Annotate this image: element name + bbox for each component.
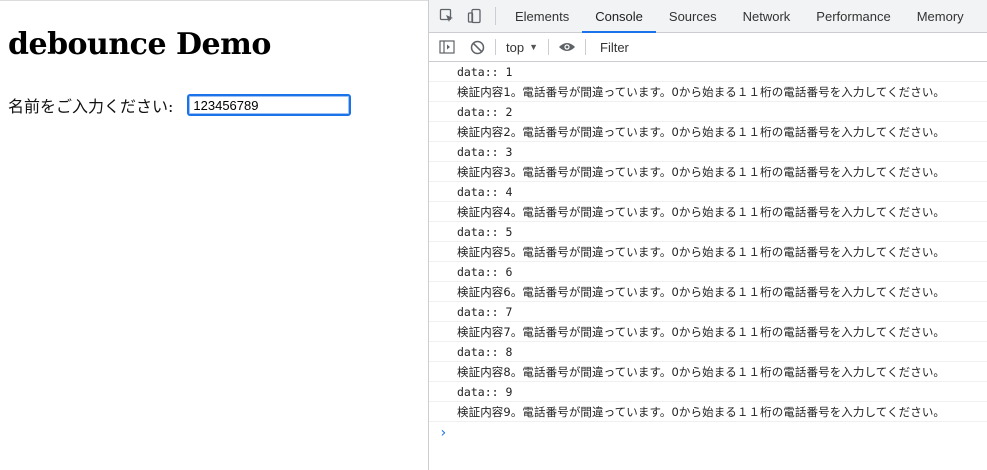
toolbar-divider [548,39,549,55]
prompt-chevron-icon: › [439,425,448,441]
sidebar-toggle-icon[interactable] [435,36,459,58]
console-toolbar: top ▼ [429,33,987,62]
console-message: data:: 7 [429,302,987,322]
console-message: data:: 2 [429,102,987,122]
console-prompt[interactable]: › [429,422,987,444]
console-message: data:: 3 [429,142,987,162]
console-message: data:: 8 [429,342,987,362]
console-message: 検証内容2。電話番号が間違っています。0から始まる１１桁の電話番号を入力してくだ… [429,122,987,142]
console-message: data:: 4 [429,182,987,202]
demo-page: debounce Demo 名前をご入力ください: [0,0,428,470]
inspect-element-icon[interactable] [433,0,461,32]
console-message: 検証内容6。電話番号が間違っています。0から始まる１１桁の電話番号を入力してくだ… [429,282,987,302]
console-message: 検証内容8。電話番号が間違っています。0から始まる１１桁の電話番号を入力してくだ… [429,362,987,382]
name-label: 名前をご入力ください: [8,97,174,116]
devtools-tabbar: Elements Console Sources Network Perform… [429,0,987,33]
console-filter-input[interactable] [594,35,987,59]
tab-sources[interactable]: Sources [656,0,730,32]
toolbar-divider [495,39,496,55]
console-message: data:: 1 [429,62,987,82]
clear-console-icon[interactable] [465,36,489,58]
console-message: 検証内容7。電話番号が間違っています。0から始まる１１桁の電話番号を入力してくだ… [429,322,987,342]
console-message: 検証内容9。電話番号が間違っています。0から始まる１１桁の電話番号を入力してくだ… [429,402,987,422]
console-message: data:: 9 [429,382,987,402]
tab-console[interactable]: Console [582,0,656,33]
toolbar-divider [585,39,586,55]
context-label: top [506,39,525,55]
console-output: data:: 1 検証内容1。電話番号が間違っています。0から始まる１１桁の電話番… [429,62,987,422]
console-message: 検証内容4。電話番号が間違っています。0から始まる１１桁の電話番号を入力してくだ… [429,202,987,222]
tab-network[interactable]: Network [730,0,804,32]
console-message: data:: 6 [429,262,987,282]
devtools-panel: Elements Console Sources Network Perform… [428,0,987,470]
tab-memory[interactable]: Memory [904,0,977,32]
dropdown-caret-icon: ▼ [529,42,538,52]
name-form-row: 名前をご入力ください: [8,93,352,117]
tabbar-divider [495,7,496,25]
context-selector[interactable]: top ▼ [502,40,542,55]
live-expression-eye-icon[interactable] [555,36,579,58]
tab-performance[interactable]: Performance [803,0,903,32]
console-message: 検証内容5。電話番号が間違っています。0から始まる１１桁の電話番号を入力してくだ… [429,242,987,262]
device-toolbar-icon[interactable] [461,0,489,32]
console-message: 検証内容1。電話番号が間違っています。0から始まる１１桁の電話番号を入力してくだ… [429,82,987,102]
console-message: data:: 5 [429,222,987,242]
tab-elements[interactable]: Elements [502,0,582,32]
page-title: debounce Demo [8,27,271,62]
console-message: 検証内容3。電話番号が間違っています。0から始まる１１桁の電話番号を入力してくだ… [429,162,987,182]
name-input[interactable] [187,94,352,116]
